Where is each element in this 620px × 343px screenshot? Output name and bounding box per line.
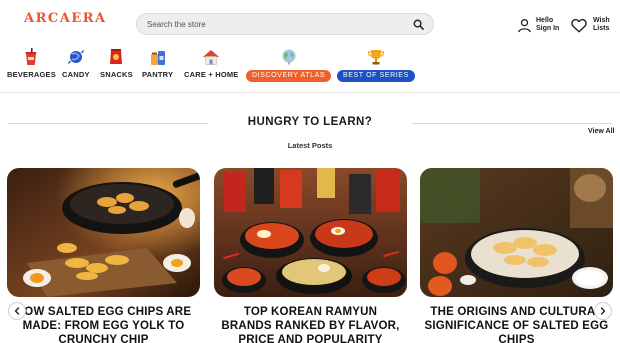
post-title[interactable]: THE ORIGINS AND CULTURAL SIGNIFICANCE OF…	[424, 305, 609, 343]
nav-item-candy[interactable]: CANDY	[62, 48, 90, 79]
korean-ramyun-bowls-photo	[214, 168, 407, 297]
account-link[interactable]: Hello Sign In	[517, 15, 559, 35]
pantry-jar-icon	[150, 51, 165, 65]
salted-egg-chips-bowl-photo	[420, 168, 613, 297]
site-header: ARCAERA Hello Sign In Wish Lists	[0, 0, 620, 46]
trophy-icon	[367, 50, 385, 65]
snack-bag-icon	[110, 49, 123, 64]
carousel-next-button[interactable]	[594, 302, 612, 320]
section-subtitle: Latest Posts	[287, 141, 333, 150]
soda-cup-icon	[25, 48, 37, 65]
search-button[interactable]	[409, 16, 427, 33]
section-rule-right	[412, 123, 612, 124]
nav-item-pantry[interactable]: PANTRY	[142, 48, 173, 79]
salted-egg-chips-wok-photo	[7, 168, 200, 297]
globe-icon	[282, 49, 296, 65]
category-nav: BEVERAGES CANDY SNACKS PANTRY CARE + HOM…	[0, 48, 620, 88]
search-bar	[136, 13, 434, 35]
post-image-salted-egg-chips[interactable]	[7, 168, 200, 297]
search-input[interactable]	[147, 17, 387, 32]
candy-icon	[67, 49, 84, 65]
post-card[interactable]: HOW SALTED EGG CHIPS ARE MADE: FROM EGG …	[7, 168, 200, 343]
wishlist-line1: Wish	[593, 17, 610, 24]
nav-label: BEST OF SERIES	[337, 70, 415, 82]
house-icon	[203, 50, 220, 65]
nav-label: CANDY	[62, 70, 90, 79]
chevron-right-icon	[600, 307, 606, 315]
sign-in-label: Sign In	[536, 25, 560, 32]
nav-item-discovery-atlas[interactable]: DISCOVERY ATLAS	[246, 48, 332, 82]
post-card[interactable]: TOP KOREAN RAMYUN BRANDS RANKED BY FLAVO…	[214, 168, 407, 343]
wishlist-link[interactable]: Wish Lists	[571, 15, 610, 35]
nav-label: PANTRY	[142, 70, 174, 79]
nav-item-beverages[interactable]: BEVERAGES	[7, 48, 56, 79]
user-icon	[518, 18, 531, 32]
brand-logo[interactable]: ARCAERA	[24, 11, 107, 26]
nav-item-care-home[interactable]: CARE + HOME	[184, 48, 239, 79]
heart-icon	[571, 18, 587, 32]
section-title: HUNGRY TO LEARN?	[247, 116, 373, 128]
search-icon	[413, 19, 424, 30]
view-all-link[interactable]: View All	[588, 128, 614, 135]
post-card[interactable]: THE ORIGINS AND CULTURAL SIGNIFICANCE OF…	[420, 168, 613, 343]
wishlist-line2: Lists	[593, 25, 610, 32]
post-image-salted-egg-chips-origins[interactable]	[420, 168, 613, 297]
post-title[interactable]: TOP KOREAN RAMYUN BRANDS RANKED BY FLAVO…	[218, 305, 403, 343]
header-divider	[0, 92, 620, 93]
post-image-korean-ramyun[interactable]	[214, 168, 407, 297]
nav-item-snacks[interactable]: SNACKS	[100, 48, 133, 79]
nav-label: SNACKS	[100, 70, 133, 79]
nav-label: BEVERAGES	[7, 70, 56, 79]
account-greeting: Hello	[536, 17, 554, 24]
post-title[interactable]: HOW SALTED EGG CHIPS ARE MADE: FROM EGG …	[11, 305, 196, 343]
carousel-prev-button[interactable]	[8, 302, 26, 320]
nav-label: DISCOVERY ATLAS	[246, 70, 332, 82]
nav-item-best-of-series[interactable]: BEST OF SERIES	[337, 48, 415, 82]
chevron-left-icon	[14, 307, 20, 315]
nav-label: CARE + HOME	[184, 70, 239, 79]
